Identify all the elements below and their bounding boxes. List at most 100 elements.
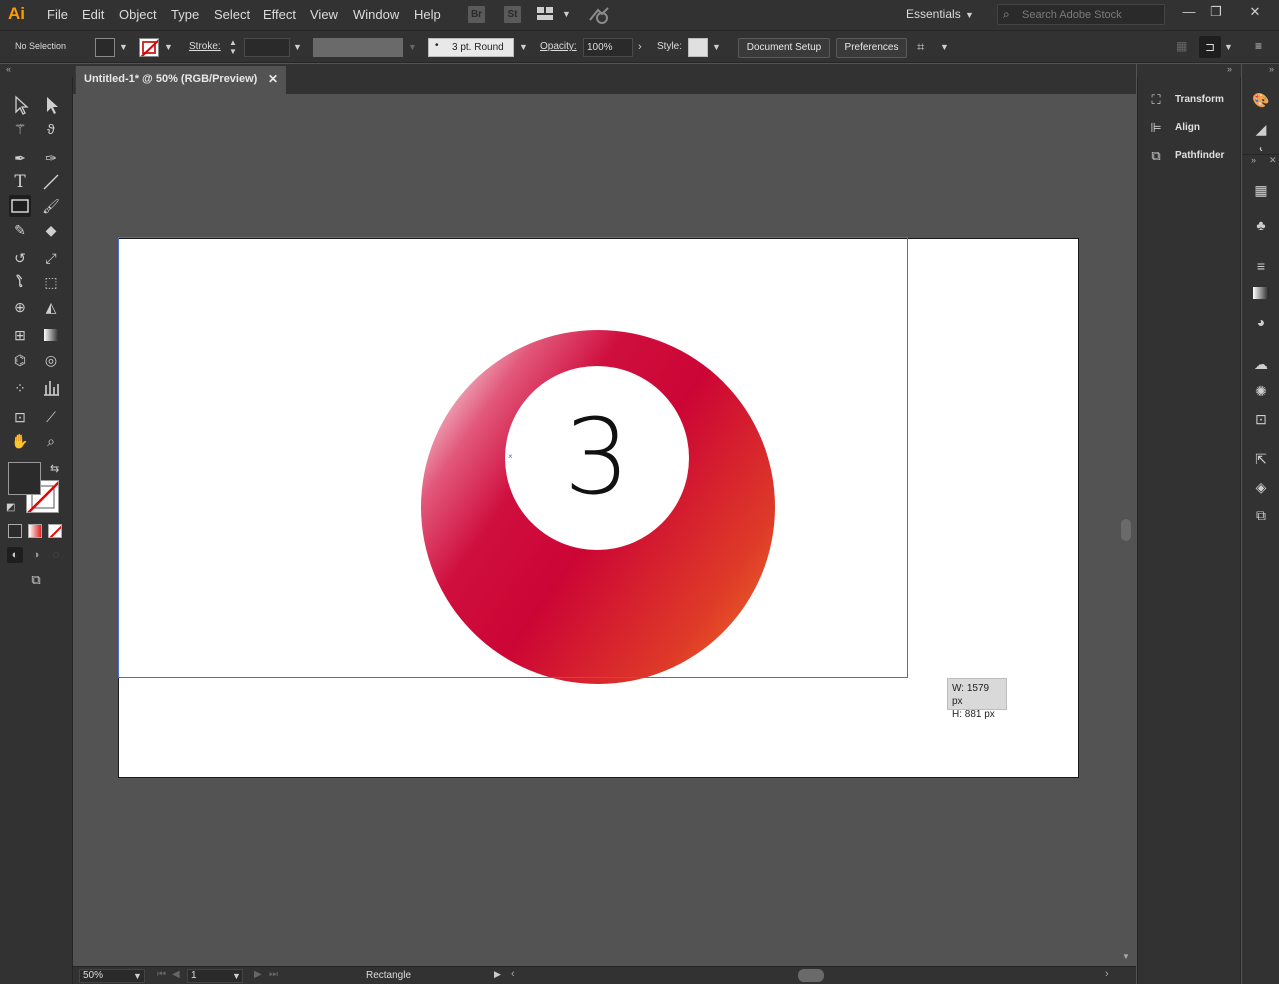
- brush-definition[interactable]: • 3 pt. Round: [428, 38, 514, 57]
- panel-menu-icon[interactable]: ⊐: [1199, 36, 1221, 58]
- document-setup-button[interactable]: Document Setup: [738, 38, 830, 58]
- stock-search-box[interactable]: ⌕: [997, 4, 1165, 25]
- mesh-tool-icon[interactable]: ⊞: [9, 324, 31, 346]
- menu-file[interactable]: File: [47, 7, 68, 22]
- close-tab-icon[interactable]: ✕: [268, 72, 278, 86]
- gradient-mode-icon[interactable]: [28, 524, 42, 538]
- fill-color-front[interactable]: [8, 462, 41, 495]
- menu-type[interactable]: Type: [171, 7, 199, 22]
- draw-inside-icon[interactable]: ◌: [49, 547, 63, 563]
- first-artboard-icon[interactable]: ⏮: [157, 969, 166, 980]
- document-tab[interactable]: Untitled-1* @ 50% (RGB/Preview) ✕: [75, 66, 286, 94]
- status-menu-icon[interactable]: ▶: [494, 969, 501, 980]
- selection-tool-icon[interactable]: [9, 94, 31, 116]
- artboards-icon[interactable]: ⧉: [1251, 505, 1271, 525]
- shaper-tool-icon[interactable]: ✎: [9, 219, 31, 241]
- stroke-weight-field[interactable]: [244, 38, 290, 57]
- menu-view[interactable]: View: [310, 7, 338, 22]
- color-panel-icon[interactable]: ◢: [1251, 119, 1271, 139]
- chevron-down-icon[interactable]: ▼: [965, 10, 974, 20]
- blend-tool-icon[interactable]: ◎: [40, 349, 62, 371]
- chevron-down-icon[interactable]: ▼: [519, 42, 528, 52]
- opacity-label[interactable]: Opacity:: [540, 41, 577, 52]
- align-panel-button[interactable]: ⊫ Align: [1148, 117, 1238, 139]
- gradient-tool-icon[interactable]: [40, 324, 62, 346]
- expand-icon[interactable]: »: [1227, 64, 1232, 74]
- draw-behind-icon[interactable]: ◑: [29, 547, 43, 563]
- free-transform-tool-icon[interactable]: ⬚: [40, 271, 62, 293]
- last-artboard-icon[interactable]: ⏭: [269, 969, 278, 980]
- scroll-left-icon[interactable]: ‹: [511, 968, 515, 980]
- minimize-button[interactable]: —: [1178, 4, 1200, 22]
- artboard-tool-icon[interactable]: ⊡: [9, 406, 31, 428]
- vertical-scrollbar[interactable]: ▼: [1118, 94, 1134, 966]
- vertical-scroll-thumb[interactable]: [1121, 519, 1131, 541]
- symbols-icon[interactable]: ♣: [1251, 215, 1271, 235]
- opacity-field[interactable]: 100%: [583, 38, 633, 57]
- lasso-tool-icon[interactable]: ϑ: [40, 118, 62, 140]
- stroke-swatch[interactable]: [139, 38, 159, 57]
- menu-edit[interactable]: Edit: [82, 7, 104, 22]
- restore-button[interactable]: ❐: [1205, 4, 1227, 22]
- bridge-button[interactable]: Br: [468, 6, 485, 23]
- screen-mode-icon[interactable]: ⧉: [24, 572, 48, 588]
- graphic-styles-icon[interactable]: ⊡: [1251, 409, 1271, 429]
- chevron-down-icon[interactable]: ▼: [119, 42, 128, 52]
- swatches-icon[interactable]: ⌇: [1251, 143, 1271, 151]
- menu-effect[interactable]: Effect: [263, 7, 296, 22]
- magic-wand-tool-icon[interactable]: ⚚: [9, 118, 31, 140]
- close-window-button[interactable]: ✕: [1244, 4, 1266, 22]
- select-similar-icon[interactable]: ⌗: [917, 39, 935, 55]
- transparency-icon[interactable]: ◕: [1251, 312, 1271, 332]
- preferences-button[interactable]: Preferences: [836, 38, 907, 58]
- gradient-panel-icon[interactable]: [1251, 284, 1271, 304]
- type-tool-icon[interactable]: T: [9, 171, 31, 193]
- curvature-tool-icon[interactable]: ✑: [40, 147, 62, 169]
- color-guide-icon[interactable]: 🎨: [1251, 90, 1271, 110]
- shape-builder-tool-icon[interactable]: ⊕: [9, 296, 31, 318]
- perspective-grid-tool-icon[interactable]: ◭: [40, 296, 62, 318]
- rotate-tool-icon[interactable]: ↺: [9, 247, 31, 269]
- brushes-icon[interactable]: ▦: [1251, 180, 1271, 200]
- graphic-style-swatch[interactable]: [688, 38, 708, 57]
- variable-width-profile[interactable]: [313, 38, 403, 57]
- libraries-icon[interactable]: ☁: [1251, 354, 1271, 374]
- zoom-tool-icon[interactable]: ⌕: [40, 430, 62, 452]
- eyedropper-tool-icon[interactable]: ⌬: [9, 349, 31, 371]
- chevron-down-icon[interactable]: ▼: [232, 971, 241, 981]
- menu-help[interactable]: Help: [414, 7, 441, 22]
- hand-tool-icon[interactable]: ✋: [9, 430, 31, 452]
- chevron-down-icon[interactable]: ▼: [562, 9, 571, 19]
- rectangle-tool-icon[interactable]: [9, 195, 31, 217]
- default-colors-icon[interactable]: ◩: [6, 502, 15, 513]
- scroll-right-icon[interactable]: ›: [1105, 968, 1109, 980]
- previous-artboard-icon[interactable]: ◀: [172, 969, 180, 980]
- collapse-icon[interactable]: «: [6, 64, 11, 74]
- icons-collapse-bar[interactable]: »: [1242, 64, 1279, 77]
- line-tool-icon[interactable]: [40, 171, 62, 193]
- stroke-panel-icon[interactable]: ≡: [1251, 256, 1271, 276]
- draw-normal-icon[interactable]: ◐: [7, 547, 23, 563]
- warp-tool-icon[interactable]: ໂ: [9, 271, 31, 293]
- stroke-weight-stepper[interactable]: ▲ ▼: [229, 38, 241, 57]
- stock-button[interactable]: St: [504, 6, 521, 23]
- gpu-performance-icon[interactable]: [588, 6, 610, 24]
- expand-icon[interactable]: »: [1269, 64, 1274, 74]
- dock-collapse-bar[interactable]: »: [1137, 64, 1241, 77]
- fill-swatch[interactable]: [95, 38, 115, 57]
- menu-select[interactable]: Select: [214, 7, 250, 22]
- expand-icon[interactable]: »: [1251, 155, 1256, 165]
- column-graph-tool-icon[interactable]: [40, 377, 62, 399]
- stock-search-input[interactable]: [1022, 7, 1160, 22]
- chevron-down-icon[interactable]: ▼: [1224, 42, 1233, 52]
- paintbrush-tool-icon[interactable]: 🖌: [40, 195, 62, 217]
- export-icon[interactable]: ⇱: [1251, 449, 1271, 469]
- pathfinder-panel-button[interactable]: ⧉ Pathfinder: [1148, 145, 1238, 167]
- menu-window[interactable]: Window: [353, 7, 399, 22]
- eraser-tool-icon[interactable]: ◆: [40, 219, 62, 241]
- chevron-down-icon[interactable]: ▼: [133, 971, 142, 981]
- slice-tool-icon[interactable]: ⟋: [40, 406, 62, 428]
- scroll-down-icon[interactable]: ▼: [1122, 952, 1130, 961]
- arrange-documents-icon[interactable]: [537, 7, 555, 21]
- next-artboard-icon[interactable]: ▶: [254, 969, 262, 980]
